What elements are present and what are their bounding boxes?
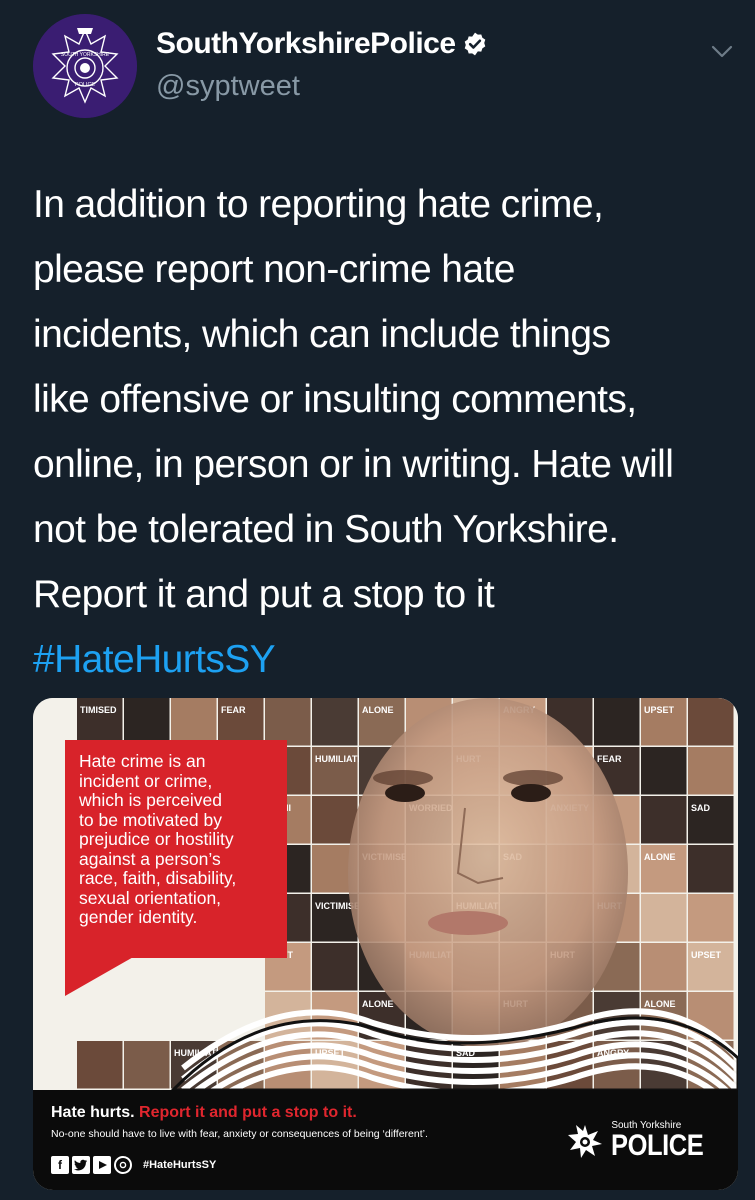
face-illustration xyxy=(348,698,628,1048)
callout-line: Hate crime is an xyxy=(79,751,206,771)
poster-hashtag: #HateHurtsSY xyxy=(143,1159,217,1171)
tweet-line: online, in person or in writing. Hate wi… xyxy=(33,443,674,486)
tweet-line: like offensive or insulting comments, xyxy=(33,378,637,421)
callout-tail xyxy=(65,956,135,996)
callout-line: race, faith, disability, xyxy=(79,868,237,888)
face-tile xyxy=(124,1041,170,1089)
callout-line: to be motivated by xyxy=(79,809,222,830)
callout-line: which is perceived xyxy=(79,790,222,810)
emotion-word: UPSET xyxy=(644,705,675,715)
poster-headline: Hate hurts. Report it and put a stop to … xyxy=(51,1104,357,1122)
face-tile xyxy=(312,796,358,844)
facebook-icon: f xyxy=(51,1156,69,1174)
emotion-word: UPSET xyxy=(691,950,722,960)
headline-white: Hate hurts. xyxy=(51,1104,135,1121)
emotion-word: ALONE xyxy=(644,999,676,1009)
avatar-text-top: SOUTH YORKSHIRE xyxy=(61,52,110,58)
face-tile xyxy=(641,894,687,942)
face-tile xyxy=(124,698,170,746)
emotion-word: FEAR xyxy=(221,705,246,715)
poster-footer: Hate hurts. Report it and put a stop to … xyxy=(33,1090,738,1190)
police-badge-icon: SOUTH YORKSHIRE POLICE xyxy=(33,14,137,118)
callout-line: sexual orientation, xyxy=(79,887,222,908)
face-tile xyxy=(688,747,734,795)
tweet-line: please report non-crime hate xyxy=(33,248,515,291)
tweet-line: Report it and put a stop to it xyxy=(33,573,495,616)
face-tile xyxy=(312,943,358,991)
face-tile xyxy=(594,698,640,746)
poster-social-row: f #HateHurtsSY xyxy=(51,1156,216,1174)
police-star-icon xyxy=(568,1124,603,1158)
face-tile xyxy=(265,698,311,746)
tweet-media-image[interactable]: TIMISEDFEARALONEANGRYUPSETHUMILIATEDHURT… xyxy=(33,698,738,1190)
twitter-icon xyxy=(72,1156,90,1174)
callout-line: against a person’s xyxy=(79,848,221,869)
display-name[interactable]: SouthYorkshirePolice xyxy=(156,27,456,61)
profile-avatar[interactable]: SOUTH YORKSHIRE POLICE xyxy=(33,14,137,118)
chevron-down-icon[interactable] xyxy=(709,38,735,64)
tweet-line: incidents, which can include things xyxy=(33,313,611,356)
poster-police-logo: South Yorkshire POLICE xyxy=(567,1120,720,1161)
tweet-text: In addition to reporting hate crime, ple… xyxy=(33,172,733,692)
headline-red: Report it and put a stop to it. xyxy=(139,1104,357,1121)
emotion-word: FEAR xyxy=(597,754,622,764)
face-tile xyxy=(688,845,734,893)
face-tile xyxy=(688,894,734,942)
handle[interactable]: @syptweet xyxy=(156,70,300,103)
emotion-word: ALONE xyxy=(362,705,394,715)
tweet-container: SOUTH YORKSHIRE POLICE SouthYorkshirePol… xyxy=(0,0,755,1200)
avatar-text-bottom: POLICE xyxy=(75,82,96,88)
face-tile xyxy=(312,698,358,746)
youtube-icon xyxy=(93,1156,111,1174)
face-tile xyxy=(641,796,687,844)
callout-line: gender identity. xyxy=(79,907,198,927)
tweet-line: not be tolerated in South Yorkshire. xyxy=(33,508,619,551)
callout-line: prejudice or hostility xyxy=(79,829,234,849)
definition-callout: Hate crime is an incident or crime, whic… xyxy=(65,740,287,958)
face-tile xyxy=(688,698,734,746)
logo-police: POLICE xyxy=(611,1129,704,1162)
emotion-word: TIMISED xyxy=(80,705,117,715)
display-name-row[interactable]: SouthYorkshirePolice xyxy=(156,27,488,61)
face-tile xyxy=(641,747,687,795)
face-tile xyxy=(641,943,687,991)
instagram-icon xyxy=(114,1156,132,1174)
emotion-word: SAD xyxy=(691,803,711,813)
poster-subline: No-one should have to live with fear, an… xyxy=(51,1128,428,1140)
face-tile xyxy=(77,1041,123,1089)
verified-badge-icon xyxy=(464,32,485,56)
callout-line: incident or crime, xyxy=(79,770,213,791)
tweet-line: In addition to reporting hate crime, xyxy=(33,183,604,226)
emotion-word: ALONE xyxy=(362,999,394,1009)
face-tile xyxy=(171,698,217,746)
hashtag-link[interactable]: #HateHurtsSY xyxy=(33,627,733,692)
emotion-word: ALONE xyxy=(644,852,676,862)
